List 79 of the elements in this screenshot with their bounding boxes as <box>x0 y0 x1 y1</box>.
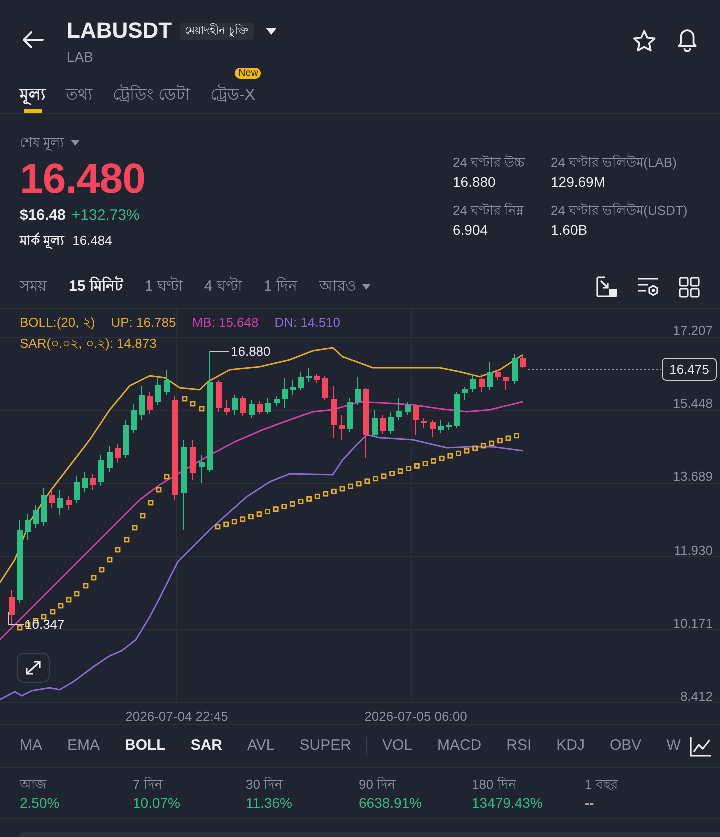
period-label: আজ <box>20 776 47 794</box>
period-change: 13479.43% <box>472 794 543 812</box>
interval-tab[interactable]: সময় <box>20 277 47 297</box>
tab[interactable]: ট্রেড-X <box>210 79 256 113</box>
tab[interactable]: ট্রেডিং ডেটা <box>113 79 190 113</box>
last-price: 16.480 <box>20 156 146 202</box>
period-change: 6638.91% <box>359 794 422 812</box>
price-axis-label: 15.448 <box>673 396 713 411</box>
indicator-tab[interactable]: MACD <box>437 736 482 756</box>
period-label: 7 দিন <box>133 776 163 794</box>
expand-icon[interactable] <box>17 653 50 683</box>
more-intervals-dropdown[interactable]: আরও <box>319 277 356 297</box>
interval-tab[interactable]: 1 ঘণ্টা <box>144 277 182 297</box>
indicator-legend-text: DN: 14.510 <box>274 314 341 331</box>
period-label: 180 দিন <box>472 776 516 794</box>
base-asset-label: LAB <box>67 48 94 66</box>
stat-value: 129.69M <box>551 173 606 192</box>
stat-value: 1.60B <box>551 221 588 240</box>
indicator-tab[interactable]: OBV <box>610 736 642 756</box>
indicator-tab[interactable]: EMA <box>68 736 100 756</box>
caret-icon[interactable] <box>266 28 278 34</box>
grid-icon[interactable] <box>679 276 700 298</box>
indicator-legend-text: MB: 15.648 <box>192 314 259 331</box>
indicator-tab[interactable]: RSI <box>506 736 532 756</box>
period-change: -- <box>585 794 594 812</box>
period-label: 30 দিন <box>246 776 284 794</box>
stat-label: 24 ঘণ্টার নিম্ন <box>453 202 524 220</box>
price-axis-label: 13.689 <box>673 469 713 484</box>
stat-value: 16.880 <box>453 173 496 192</box>
indicator-tab[interactable]: KDJ <box>556 736 585 756</box>
price-axis-label: 10.171 <box>673 616 713 631</box>
period-change: 10.07% <box>133 794 180 812</box>
high-price-leader <box>210 351 230 352</box>
mark-price-label: মার্ক মূল্য <box>20 232 65 250</box>
low-price-label: 10.347 <box>25 617 65 632</box>
interval-tab[interactable]: 15 মিনিট <box>69 277 123 297</box>
stat-label: 24 ঘণ্টার ভলিউম(USDT) <box>551 202 688 220</box>
back-arrow-icon[interactable] <box>22 30 44 50</box>
stat-label: 24 ঘণ্টার উচ্চ <box>453 154 525 172</box>
time-axis-label: 2026-07-04 22:45 <box>126 709 228 724</box>
interval-tab[interactable]: 1 দিন <box>264 277 298 297</box>
time-axis-label: 2026-07-05 06:00 <box>364 709 468 724</box>
price-axis-label: 17.207 <box>673 323 713 338</box>
contract-type-tag: মেয়াদহীন চুক্তি <box>180 22 254 40</box>
indicator-tab[interactable]: MA <box>20 736 42 756</box>
indicator-tab[interactable]: VOL <box>382 736 412 756</box>
symbol-title: LABUSDT <box>67 17 172 45</box>
tab[interactable]: তথ্য <box>66 79 93 113</box>
price-axis-label: 11.930 <box>674 543 713 558</box>
price-change: +132.73% <box>72 206 140 226</box>
bell-icon[interactable] <box>677 29 698 52</box>
period-change: 11.36% <box>246 794 292 812</box>
line-chart-icon[interactable] <box>690 736 712 757</box>
indicator-legend-text: UP: 16.785 <box>111 314 176 331</box>
usd-value: $16.48 <box>20 206 66 226</box>
interval-tab[interactable]: 4 ঘণ্টা <box>204 277 242 297</box>
stat-value: 6.904 <box>453 221 488 240</box>
last-price-tag: 16.475 <box>662 358 717 381</box>
high-price-label: 16.880 <box>231 344 271 359</box>
new-badge: New <box>235 68 262 79</box>
indicator-tab[interactable]: W <box>666 736 681 756</box>
indicator-legend-text: SAR(০.০২, ০.২): 14.873 <box>20 335 157 352</box>
indicator-legend-text: BOLL:(20, ২) <box>20 314 96 331</box>
period-label: 1 বছর <box>585 776 618 794</box>
indicator-tab[interactable]: BOLL <box>125 736 166 756</box>
stat-label: 24 ঘণ্টার ভলিউম(LAB) <box>551 154 677 172</box>
indicator-tab[interactable]: AVL <box>248 736 275 756</box>
tab[interactable]: মূল্য <box>20 79 46 113</box>
list-settings-icon[interactable] <box>637 277 660 297</box>
period-label: 90 দিন <box>359 776 396 794</box>
price-axis-label: 8.412 <box>680 689 713 704</box>
period-change: 2.50% <box>20 794 60 812</box>
low-price-leader <box>8 612 24 625</box>
star-icon[interactable] <box>633 30 656 52</box>
indicator-tab[interactable]: SAR <box>190 736 223 756</box>
indicator-tab[interactable]: SUPER <box>300 736 352 756</box>
price-type-label[interactable]: শেষ মূল্য <box>20 134 65 152</box>
mark-price-value: 16.484 <box>72 232 112 250</box>
arrow-in-box-icon[interactable] <box>596 276 618 298</box>
